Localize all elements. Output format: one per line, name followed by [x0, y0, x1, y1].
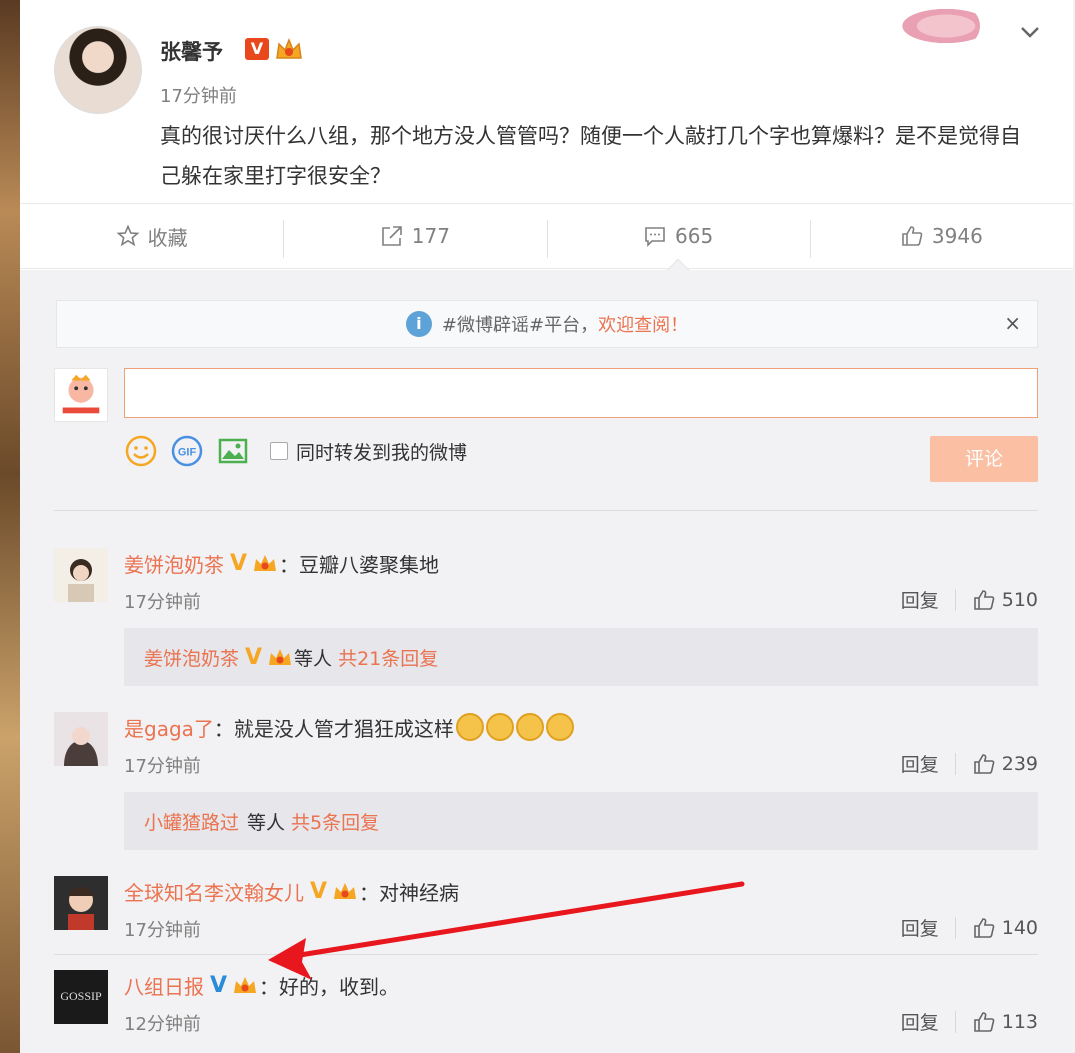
post-text: 真的很讨厌什么八组，那个地方没人管管吗？随便一个人敲打几个字也算爆料？是不是觉得… [160, 124, 1021, 188]
thumbs-up-icon[interactable] [972, 916, 996, 940]
commenter-avatar[interactable]: GOSSIP [54, 970, 108, 1024]
submit-comment-button[interactable]: 评论 [930, 436, 1038, 482]
repost-checkbox[interactable]: 同时转发到我的微博 [270, 438, 467, 465]
notice-text: #微博辟谣#平台， [441, 315, 599, 336]
comment-actions: 回复 113 [901, 1008, 1038, 1035]
laugh-cry-emoji-icon [455, 713, 484, 741]
comment-text: ：对神经病 [359, 880, 460, 905]
image-icon[interactable] [216, 434, 250, 468]
reply-user[interactable]: 姜饼泡奶茶 [144, 644, 239, 671]
weibo-post-card: 张馨予 V 17分钟前 真的很讨厌什么八组，那个地方没人管管吗？随便一个人敲打几… [20, 0, 1073, 1053]
composer-toolbar: GIF 同时转发到我的微博 [124, 434, 467, 468]
current-user-avatar[interactable] [54, 368, 108, 422]
author-name[interactable]: 张馨予 [160, 36, 223, 66]
laugh-cry-emoji-icon [545, 713, 574, 741]
reply-button[interactable]: 回复 [901, 914, 939, 941]
reply-button[interactable]: 回复 [901, 750, 939, 777]
notice-link[interactable]: 欢迎查阅！ [598, 311, 688, 337]
reply-button[interactable]: 回复 [901, 586, 939, 613]
comment-like-count: 239 [1001, 752, 1038, 775]
commenter-avatar[interactable] [54, 712, 108, 766]
crown-icon [269, 649, 292, 665]
thumbs-up-icon[interactable] [972, 588, 996, 612]
repost-count: 177 [411, 224, 450, 248]
reply-summary[interactable]: 小罐猹路过 等人 共5条回复 [124, 792, 1038, 850]
comment-text: ：好的，收到。 [259, 974, 400, 999]
gif-icon[interactable]: GIF [170, 434, 204, 468]
action-separator [954, 588, 956, 611]
comment-like-count: 113 [1001, 1010, 1038, 1033]
reply-count[interactable]: 共5条回复 [291, 808, 379, 835]
comment-divider [54, 954, 1038, 955]
repost-button[interactable]: 177 [283, 204, 546, 268]
reply-user[interactable]: 小罐猹路过 [144, 808, 239, 835]
reply-summary[interactable]: 姜饼泡奶茶 V 等人 共21条回复 [124, 628, 1038, 686]
comment-like-count: 510 [1001, 588, 1038, 611]
commenter-avatar[interactable] [54, 876, 108, 930]
verified-v-icon: V [310, 878, 328, 904]
commenter-name[interactable]: 是gaga了 [124, 713, 214, 742]
author-avatar[interactable] [54, 26, 142, 114]
commenter-name[interactable]: 八组日报 [124, 971, 204, 1000]
like-count: 3946 [931, 224, 983, 248]
verified-v-icon: V [210, 972, 228, 998]
action-separator [954, 752, 956, 775]
info-icon: i [405, 311, 432, 337]
thumbs-up-icon[interactable] [972, 752, 996, 776]
comment-text: ：就是没人管才猖狂成这样 [213, 716, 454, 741]
reply-button[interactable]: 回复 [901, 1008, 939, 1035]
favorite-label: 收藏 [147, 225, 188, 250]
laugh-cry-emoji-icon [485, 713, 514, 741]
comment-actions: 回复 140 [901, 914, 1038, 941]
comment-actions: 回复 239 [901, 750, 1038, 777]
reply-count[interactable]: 共21条回复 [338, 644, 438, 671]
repost-label: 同时转发到我的微博 [296, 441, 468, 464]
star-icon [116, 224, 140, 247]
comment-text: ：豆瓣八婆聚集地 [279, 552, 440, 577]
share-icon [381, 226, 402, 246]
header-decoration-image [895, 6, 980, 46]
commenter-name[interactable]: 姜饼泡奶茶 [124, 549, 224, 578]
crown-icon [254, 555, 277, 571]
comment-icon [645, 227, 665, 247]
reply-suffix: 等人 [294, 647, 333, 670]
like-button[interactable]: 3946 [809, 204, 1073, 268]
comment-actions: 回复 510 [901, 586, 1038, 613]
rumor-notice-bar: i #微博辟谣#平台， 欢迎查阅！ × [56, 300, 1038, 348]
reply-suffix: 等人 [247, 811, 286, 834]
post-time: 17分钟前 [160, 86, 237, 107]
chevron-down-icon[interactable] [1016, 18, 1044, 46]
svg-text:GIF: GIF [178, 447, 197, 459]
page-background-left [0, 0, 20, 1053]
verified-v-icon: V [245, 38, 269, 60]
verified-v-icon: V [245, 644, 263, 670]
post-action-bar: 收藏 177 665 3946 [20, 203, 1073, 269]
commenter-avatar[interactable] [54, 548, 108, 602]
comment-section: i #微博辟谣#平台， 欢迎查阅！ × GIF 同时转发到我的微博 评论 姜饼泡… [20, 270, 1073, 1053]
svg-text:GOSSIP: GOSSIP [60, 989, 102, 1003]
crown-icon [276, 37, 302, 59]
commenter-name[interactable]: 全球知名李汶翰女儿 [124, 877, 304, 906]
action-separator [954, 1010, 956, 1033]
emoji-icon[interactable] [124, 434, 158, 468]
verified-v-icon: V [230, 550, 248, 576]
favorite-button[interactable]: 收藏 [20, 204, 283, 268]
comment-count: 665 [675, 224, 714, 248]
laugh-cry-emoji-icon [515, 713, 544, 741]
composer-divider [54, 510, 1038, 511]
comment-input[interactable] [124, 368, 1038, 418]
thumbs-up-icon[interactable] [972, 1010, 996, 1034]
thumbs-up-icon [902, 226, 923, 246]
crown-icon [334, 883, 357, 899]
checkbox-box[interactable] [270, 442, 288, 460]
action-separator [954, 916, 956, 939]
comment-like-count: 140 [1001, 916, 1038, 939]
crown-icon [234, 977, 257, 993]
close-icon[interactable]: × [1004, 311, 1021, 335]
